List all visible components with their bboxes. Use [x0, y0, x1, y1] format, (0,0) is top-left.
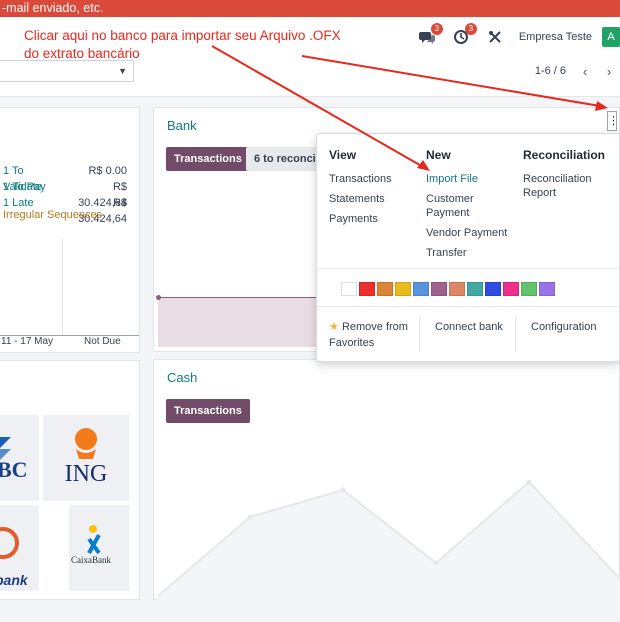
- color-swatch-0[interactable]: [341, 282, 357, 296]
- color-swatch-1[interactable]: [359, 282, 375, 296]
- activities-icon[interactable]: 3: [451, 23, 477, 47]
- bank-graph-line: [158, 297, 318, 298]
- dropdown-divider: [317, 306, 619, 307]
- menu-vendor-payment[interactable]: Vendor Payment: [426, 226, 516, 240]
- menu-import-file[interactable]: Import File: [426, 172, 516, 186]
- caixabank-logo: CaixaBank: [71, 525, 111, 565]
- remove-favorites-label[interactable]: Remove from Favorites: [329, 321, 408, 349]
- color-swatch-4[interactable]: [413, 282, 429, 296]
- view-heading: View: [329, 148, 357, 162]
- color-swatch-11[interactable]: [539, 282, 555, 296]
- bank-card-title[interactable]: Bank: [167, 118, 197, 133]
- menu-transfer[interactable]: Transfer: [426, 246, 516, 260]
- configuration-link[interactable]: Configuration: [531, 319, 596, 335]
- bank-logos-card: BC ING bank CaixaBank: [0, 360, 140, 600]
- pager-value[interactable]: 1-6 / 6: [535, 65, 566, 77]
- menu-payments[interactable]: Payments: [329, 212, 392, 226]
- color-swatch-10[interactable]: [521, 282, 537, 296]
- annotation-text: Clicar aqui no banco para importar seu A…: [24, 27, 341, 63]
- new-section: New Import File Customer Payment Vendor …: [426, 148, 516, 266]
- irregular-sequences-link[interactable]: Irregular Sequences: [3, 209, 102, 221]
- color-swatch-5[interactable]: [431, 282, 447, 296]
- bank-logo-tile[interactable]: bank: [0, 505, 39, 591]
- search-filter-input[interactable]: ▼: [0, 60, 134, 82]
- journal-dropdown-menu: View Transactions Statements Payments Ne…: [316, 133, 620, 362]
- hsbc-text: BC: [0, 457, 28, 482]
- activities-badge: 3: [464, 23, 477, 35]
- bank-graph-point: [156, 295, 161, 300]
- control-panel: Clicar aqui no banco para importar seu A…: [0, 17, 620, 97]
- ing-logo-tile[interactable]: ING: [43, 415, 129, 501]
- hsbc-logo: BC: [0, 437, 28, 482]
- star-icon: ★: [329, 321, 339, 333]
- pager-next-icon[interactable]: ›: [598, 60, 620, 82]
- reconciliation-heading: Reconciliation: [523, 148, 606, 162]
- cash-sample-graph: [157, 480, 620, 600]
- pager-previous-icon[interactable]: ‹: [574, 60, 596, 82]
- axis-label-week: 11 - 17 May: [1, 336, 54, 347]
- remove-favorites-link[interactable]: ★ Remove from Favorites: [329, 319, 419, 351]
- menu-reconciliation-report[interactable]: Reconciliation Report: [523, 172, 603, 200]
- cash-card-title[interactable]: Cash: [167, 370, 197, 385]
- bank-transactions-button[interactable]: Transactions: [166, 147, 250, 171]
- notification-bar: -mail enviado, etc.: [0, 0, 620, 17]
- hsbc-logo-tile[interactable]: BC: [0, 415, 39, 501]
- menu-statements[interactable]: Statements: [329, 192, 392, 206]
- reconcile-button[interactable]: 6 to reconcile: [246, 147, 318, 171]
- view-section: View Transactions Statements Payments: [329, 148, 392, 232]
- cash-journal-card: Cash Transactions: [153, 359, 620, 600]
- color-swatch-3[interactable]: [395, 282, 411, 296]
- notification-text: -mail enviado, etc.: [2, 1, 104, 15]
- footer-separator: [515, 316, 516, 352]
- chart-divider: [62, 238, 63, 336]
- messages-badge: 3: [430, 23, 443, 35]
- color-swatch-9[interactable]: [503, 282, 519, 296]
- bank-graph-area: [158, 297, 318, 347]
- color-picker: [341, 282, 555, 296]
- axis-label-not-due: Not Due: [84, 336, 121, 347]
- kebab-menu-icon[interactable]: ⋮: [607, 111, 619, 131]
- color-swatch-6[interactable]: [449, 282, 465, 296]
- caixabank-logo-tile[interactable]: CaixaBank: [69, 505, 129, 591]
- tools-icon[interactable]: [485, 27, 505, 47]
- bank-text: bank: [0, 572, 29, 588]
- caixabank-text: CaixaBank: [71, 555, 111, 565]
- menu-transactions[interactable]: Transactions: [329, 172, 392, 186]
- ing-text: ING: [65, 461, 108, 487]
- connect-bank-link[interactable]: Connect bank: [435, 319, 503, 335]
- messages-icon[interactable]: 3: [417, 23, 443, 47]
- color-swatch-2[interactable]: [377, 282, 393, 296]
- pager: 1-6 / 6 ‹ ›: [535, 60, 620, 82]
- systray: 3 3 Empresa Teste A: [417, 23, 620, 48]
- cash-transactions-button[interactable]: Transactions: [166, 399, 250, 423]
- bank-logo: bank: [0, 527, 29, 588]
- chevron-down-icon[interactable]: ▼: [118, 66, 127, 76]
- color-swatch-7[interactable]: [467, 282, 483, 296]
- annotation-line-1: Clicar aqui no banco para importar seu A…: [24, 28, 341, 43]
- vendor-bills-card: 1 To Validate R$ 0.00 1 To Pay R$ 30.424,6…: [0, 107, 140, 353]
- color-swatch-8[interactable]: [485, 282, 501, 296]
- avatar[interactable]: A: [602, 27, 620, 47]
- footer-separator: [419, 316, 420, 352]
- dropdown-divider: [317, 268, 619, 269]
- reconciliation-section: Reconciliation Reconciliation Report: [523, 148, 615, 206]
- company-switcher[interactable]: Empresa Teste: [519, 31, 592, 43]
- menu-customer-payment[interactable]: Customer Payment: [426, 192, 486, 220]
- new-heading: New: [426, 148, 451, 162]
- ing-logo: ING: [65, 428, 108, 487]
